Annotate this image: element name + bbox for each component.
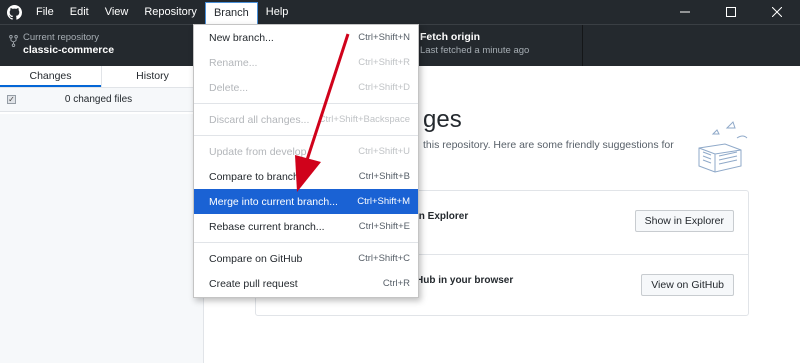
sidebar: Changes History ✓ 0 changed files	[0, 66, 204, 363]
menu-item-label: Compare on GitHub	[209, 252, 303, 265]
menu-item-label: Discard all changes...	[209, 113, 310, 126]
menu-item-shortcut: Ctrl+Shift+R	[358, 57, 410, 68]
sidebar-empty-area	[0, 114, 203, 363]
branch-menu-item: Update from develop Ctrl+Shift+U	[194, 139, 418, 164]
changes-header-row: ✓ 0 changed files	[0, 88, 203, 112]
branch-menu-item: Rename... Ctrl+Shift+R	[194, 50, 418, 75]
menu-item-shortcut: Ctrl+R	[382, 278, 410, 289]
fetch-origin-button[interactable]: Fetch origin Last fetched a minute ago	[418, 25, 583, 66]
menu-view[interactable]: View	[97, 0, 137, 24]
branch-menu-item: Discard all changes... Ctrl+Shift+Backspa…	[194, 107, 418, 132]
menu-item-shortcut: Ctrl+Shift+N	[358, 32, 410, 43]
view-on-github-button[interactable]: View on GitHub	[641, 274, 734, 296]
menu-help[interactable]: Help	[258, 0, 297, 24]
menu-item-label: Create pull request	[209, 277, 298, 290]
menu-item-shortcut: Ctrl+Shift+B	[358, 171, 410, 182]
card-text: Hub in your browser	[416, 275, 514, 286]
menu-item-label: New branch...	[209, 31, 274, 44]
menu-file[interactable]: File	[28, 0, 62, 24]
menu-item-label: Compare to branch	[209, 170, 299, 183]
tab-history[interactable]: History	[101, 66, 203, 87]
branch-menu-item[interactable]: Create pull request Ctrl+R	[194, 271, 418, 296]
page-title: ges	[423, 106, 462, 133]
card-text: in Explorer	[416, 211, 469, 222]
github-logo-icon	[0, 0, 28, 24]
menu-item-shortcut: Ctrl+Shift+D	[358, 82, 410, 93]
repo-name: classic-commerce	[23, 44, 115, 56]
branch-menu-item[interactable]: Merge into current branch... Ctrl+Shift+M	[194, 189, 418, 214]
branch-menu-item: Delete... Ctrl+Shift+D	[194, 75, 418, 100]
menu-item-shortcut: Ctrl+Shift+M	[357, 196, 410, 207]
branch-menu-item[interactable]: Compare on GitHub Ctrl+Shift+C	[194, 246, 418, 271]
menu-item-label: Delete...	[209, 81, 249, 94]
maximize-icon[interactable]	[708, 0, 754, 24]
menu-item-shortcut: Ctrl+Shift+Backspace	[318, 114, 410, 125]
repo-label: Current repository	[23, 32, 100, 43]
sidebar-tabs: Changes History	[0, 66, 203, 88]
repo-fork-icon	[9, 35, 18, 47]
menu-repository[interactable]: Repository	[136, 0, 205, 24]
current-repository-selector[interactable]: Current repository classic-commerce	[0, 25, 204, 66]
menu-item-label: Merge into current branch...	[209, 195, 338, 208]
menu-item-shortcut: Ctrl+Shift+C	[358, 253, 410, 264]
branch-menu-item[interactable]: Rebase current branch... Ctrl+Shift+E	[194, 214, 418, 239]
menu-item-label: Update from develop	[209, 145, 307, 158]
tab-changes[interactable]: Changes	[0, 66, 101, 87]
branch-menu-item[interactable]: New branch... Ctrl+Shift+N	[194, 25, 418, 50]
window-controls	[662, 0, 800, 24]
menu-item-label: Rename...	[209, 56, 258, 69]
fetch-subtitle: Last fetched a minute ago	[420, 45, 530, 56]
minimize-icon[interactable]	[662, 0, 708, 24]
menu-separator	[194, 103, 418, 104]
show-in-explorer-button[interactable]: Show in Explorer	[634, 210, 734, 232]
menu-item-shortcut: Ctrl+Shift+E	[358, 221, 410, 232]
branch-menu-item[interactable]: Compare to branch Ctrl+Shift+B	[194, 164, 418, 189]
branch-menu-dropdown: New branch... Ctrl+Shift+N Rename... Ctrl+S…	[193, 24, 419, 298]
close-icon[interactable]	[754, 0, 800, 24]
fetch-title: Fetch origin	[420, 31, 481, 43]
menu-item-label: Rebase current branch...	[209, 220, 325, 233]
menu-separator	[194, 242, 418, 243]
checkbox-icon[interactable]: ✓	[7, 95, 16, 104]
menu-branch[interactable]: Branch	[204, 2, 258, 24]
title-bar: File Edit View Repository Branch Help	[0, 0, 800, 24]
changed-files-count: 0 changed files	[64, 94, 133, 105]
menu-item-shortcut: Ctrl+Shift+U	[358, 146, 410, 157]
menu-separator	[194, 135, 418, 136]
menu-edit[interactable]: Edit	[62, 0, 97, 24]
page-subtitle: this repository. Here are some friendly …	[423, 139, 674, 151]
empty-state-illustration	[698, 121, 748, 173]
